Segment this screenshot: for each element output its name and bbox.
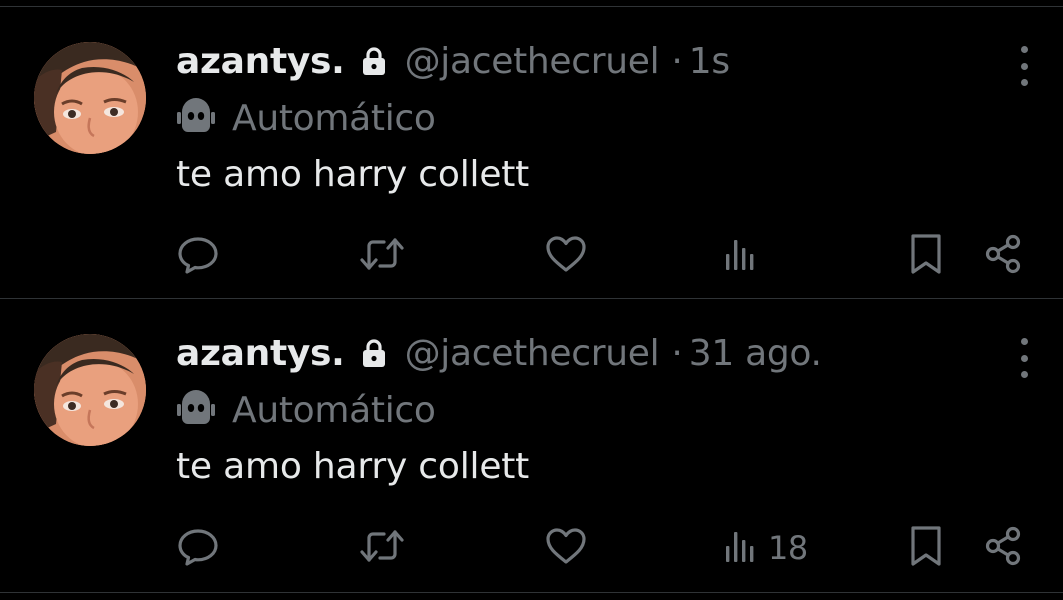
more-icon[interactable] xyxy=(1010,338,1038,378)
share-icon xyxy=(982,232,1026,280)
time-separator: · xyxy=(671,40,683,82)
bottom-divider xyxy=(0,592,1063,593)
share-button[interactable] xyxy=(982,524,1026,572)
timestamp[interactable]: 31 ago. xyxy=(689,333,822,374)
heart-icon xyxy=(544,524,588,572)
share-button[interactable] xyxy=(982,232,1026,280)
robot-icon xyxy=(176,388,216,432)
tweet[interactable]: azantys. @jacethecruel · 1s Automático t… xyxy=(0,6,1063,298)
display-name[interactable]: azantys. xyxy=(176,333,345,374)
robot-icon xyxy=(176,96,216,140)
reply-button[interactable] xyxy=(176,232,220,280)
reply-icon xyxy=(176,524,220,572)
avatar[interactable] xyxy=(34,334,146,446)
tweet-header: azantys. @jacethecruel · 31 ago. xyxy=(176,328,822,378)
tweet-text: te amo harry collett xyxy=(176,446,530,487)
more-icon[interactable] xyxy=(1010,46,1038,86)
time-separator: · xyxy=(671,332,683,374)
tweet[interactable]: azantys. @jacethecruel · 31 ago. Automát… xyxy=(0,298,1063,590)
views-icon xyxy=(722,232,762,280)
automated-label: Automático xyxy=(232,389,436,431)
retweet-icon xyxy=(358,524,406,572)
like-button[interactable] xyxy=(544,232,588,280)
bookmark-icon xyxy=(904,524,948,572)
reply-button[interactable] xyxy=(176,524,220,572)
tweet-actions xyxy=(0,224,1063,288)
handle[interactable]: @jacethecruel xyxy=(405,333,660,374)
retweet-icon xyxy=(358,232,406,280)
views-count: 18 xyxy=(768,529,808,567)
tweet-actions: 18 xyxy=(0,516,1063,580)
automated-label: Automático xyxy=(232,97,436,139)
like-button[interactable] xyxy=(544,524,588,572)
tweet-text: te amo harry collett xyxy=(176,154,530,195)
automated-label-row: Automático xyxy=(176,386,436,434)
lock-icon xyxy=(361,338,387,368)
retweet-button[interactable] xyxy=(358,524,406,572)
lock-icon xyxy=(361,46,387,76)
tweet-header: azantys. @jacethecruel · 1s xyxy=(176,36,730,86)
handle[interactable]: @jacethecruel xyxy=(405,41,660,82)
bookmark-icon xyxy=(904,232,948,280)
bookmark-button[interactable] xyxy=(904,232,948,280)
heart-icon xyxy=(544,232,588,280)
bookmark-button[interactable] xyxy=(904,524,948,572)
share-icon xyxy=(982,524,1026,572)
automated-label-row: Automático xyxy=(176,94,436,142)
views-button[interactable]: 18 xyxy=(722,524,808,572)
reply-icon xyxy=(176,232,220,280)
display-name[interactable]: azantys. xyxy=(176,41,345,82)
views-icon xyxy=(722,524,762,572)
avatar[interactable] xyxy=(34,42,146,154)
retweet-button[interactable] xyxy=(358,232,406,280)
views-button[interactable] xyxy=(722,232,768,280)
timestamp[interactable]: 1s xyxy=(689,41,730,82)
